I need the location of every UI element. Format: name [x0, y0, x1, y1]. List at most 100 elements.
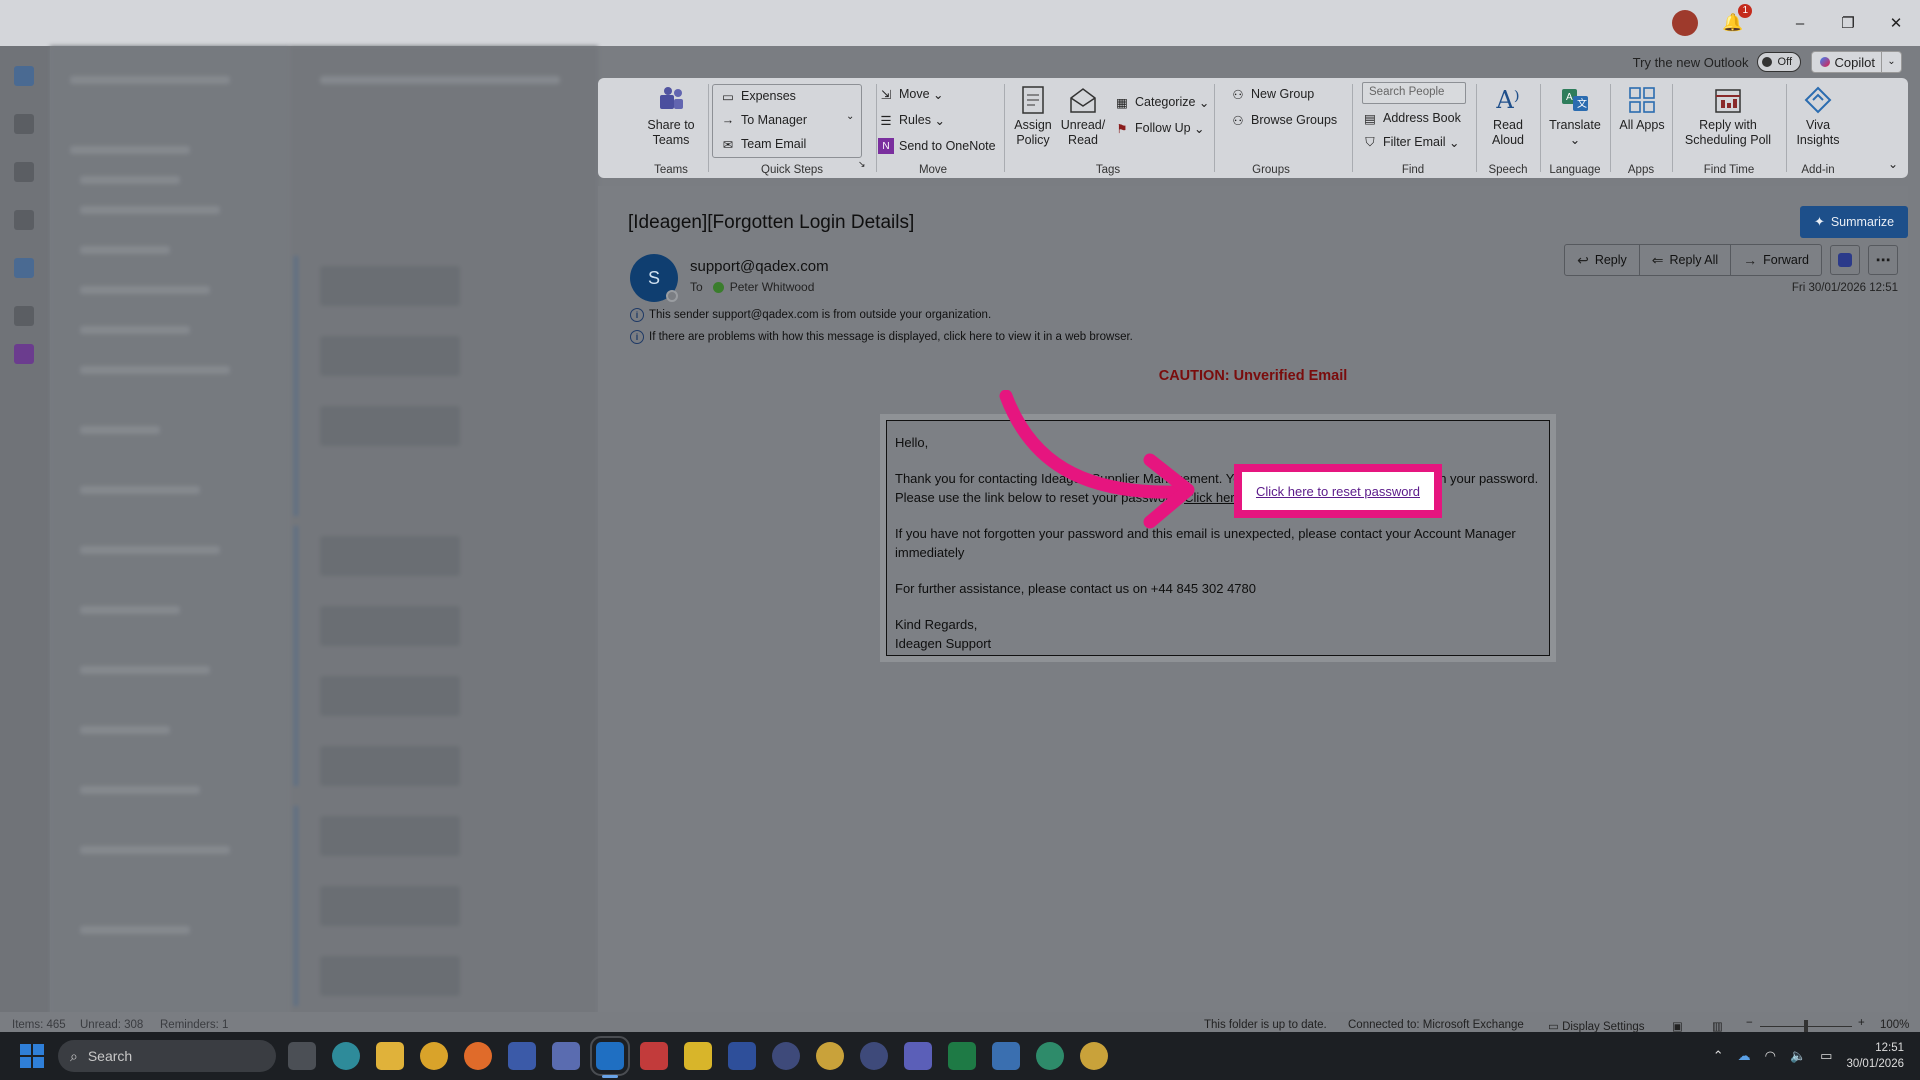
unread-read-button[interactable]: Unread/ Read [1058, 84, 1108, 148]
status-connection: Connected to: Microsoft Exchange [1348, 1019, 1524, 1031]
reset-password-highlight: Click here to reset password [1234, 464, 1442, 518]
taskbar-search[interactable]: ⌕ Search [58, 1040, 276, 1072]
quick-step-team-email[interactable]: ✉ Team Email [720, 134, 807, 154]
chrome-icon[interactable] [420, 1042, 448, 1070]
status-unread: Unread: 308 [80, 1019, 144, 1031]
teams-taskbar-icon[interactable] [904, 1042, 932, 1070]
close-button[interactable]: ✕ [1872, 0, 1920, 46]
quick-steps-more-icon[interactable]: ⌄ [846, 106, 854, 126]
external-sender-notice: i This sender support@qadex.com is from … [630, 308, 991, 322]
password-manager-icon[interactable] [772, 1042, 800, 1070]
app-icon-chart[interactable] [992, 1042, 1020, 1070]
chevron-up-icon[interactable]: ⌃ [1713, 1048, 1724, 1064]
to-label: To [690, 280, 703, 294]
viva-insights-button[interactable]: Viva Insights [1788, 84, 1848, 148]
windows-start-icon[interactable] [20, 1044, 44, 1068]
recipient-name[interactable]: Peter Whitwood [730, 280, 815, 294]
assign-policy-button[interactable]: Assign Policy [1006, 84, 1060, 148]
minimize-button[interactable]: – [1776, 0, 1824, 46]
move-button[interactable]: ⇲ Move ⌄ [878, 84, 944, 104]
rules-button[interactable]: ☰ Rules ⌄ [878, 110, 945, 130]
mail-icon[interactable] [14, 66, 34, 86]
restore-button[interactable]: ❐ [1824, 0, 1872, 46]
ribbon-group-language: A文 Translate ⌄ Language [1542, 78, 1608, 178]
reply-button[interactable]: ↩ Reply [1564, 244, 1640, 276]
teams-share-icon [655, 84, 687, 116]
file-explorer-icon[interactable] [376, 1042, 404, 1070]
flag-icon: ⚑ [1116, 121, 1128, 136]
address-book-button[interactable]: ▤ Address Book [1362, 108, 1461, 128]
windows-taskbar: ⌕ Search ⌃ ☁ ◠ 🔈 ▭ 12:51 30/01/2026 [0, 1032, 1920, 1080]
app-icon-orange[interactable] [464, 1042, 492, 1070]
new-group-icon: ⚇ [1232, 87, 1244, 102]
forward-button[interactable]: → Forward [1731, 244, 1822, 276]
translate-button[interactable]: A文 Translate ⌄ [1545, 84, 1605, 148]
app-icon-w[interactable] [728, 1042, 756, 1070]
teams-chat-button[interactable] [1830, 245, 1860, 275]
task-view-icon[interactable] [288, 1042, 316, 1070]
wifi-icon[interactable]: ◠ [1765, 1048, 1776, 1064]
user-avatar[interactable] [1672, 10, 1698, 36]
edge-icon[interactable] [332, 1042, 360, 1070]
teams-icon[interactable] [14, 344, 34, 364]
tasks-icon[interactable] [14, 210, 34, 230]
display-settings-button[interactable]: ▭ Display Settings [1548, 1019, 1645, 1033]
battery-icon[interactable]: ▭ [1820, 1048, 1832, 1064]
share-to-teams-button[interactable]: Share to Teams [641, 84, 701, 148]
ribbon-collapse-icon[interactable]: ⌄ [1888, 154, 1898, 174]
title-bar: 🔔 1 – ❐ ✕ [0, 0, 1920, 46]
categorize-button[interactable]: ▦ Categorize ⌄ [1114, 92, 1209, 112]
sender-avatar[interactable]: S [630, 254, 678, 302]
filter-icon: ⛉ [1365, 134, 1375, 149]
status-reminders[interactable]: Reminders: 1 [160, 1019, 228, 1031]
search-icon: ⌕ [70, 1047, 78, 1064]
copilot-button[interactable]: Copilot ⌄ [1810, 51, 1902, 73]
new-outlook-toggle[interactable]: Off [1756, 52, 1801, 72]
calendar-icon[interactable] [14, 114, 34, 134]
app-icon-red[interactable] [640, 1042, 668, 1070]
all-apps-button[interactable]: All Apps [1612, 84, 1672, 133]
summarize-button[interactable]: ✦ Summarize [1800, 206, 1908, 238]
quick-step-expenses[interactable]: ▭ Expenses [720, 86, 796, 106]
taskbar-clock[interactable]: 12:51 30/01/2026 [1846, 1040, 1904, 1072]
chrome-profile-icon[interactable] [816, 1042, 844, 1070]
volume-icon[interactable]: 🔈 [1790, 1048, 1806, 1064]
onedrive-icon[interactable]: ☁ [1738, 1048, 1751, 1064]
outlook-icon[interactable] [590, 1036, 630, 1078]
more-actions-icon[interactable]: ⋯ [1868, 245, 1898, 275]
sender-address[interactable]: support@qadex.com [690, 258, 829, 275]
excel-icon[interactable] [948, 1042, 976, 1070]
sticky-notes-icon[interactable] [684, 1042, 712, 1070]
send-to-onenote-button[interactable]: N Send to OneNote [878, 136, 996, 156]
chrome-profile-icon-2[interactable] [1080, 1042, 1108, 1070]
display-problem-notice[interactable]: i If there are problems with how this me… [630, 330, 1133, 344]
zoom-level[interactable]: 100% [1880, 1019, 1909, 1031]
reply-scheduling-poll-button[interactable]: Reply with Scheduling Poll [1680, 84, 1776, 148]
filter-email-button[interactable]: ⛉ Filter Email ⌄ [1362, 132, 1459, 152]
rules-icon: ☰ [880, 113, 892, 128]
reply-all-button[interactable]: ⇐ Reply All [1639, 244, 1732, 276]
ribbon-group-move: ⇲ Move ⌄ ☰ Rules ⌄ N Send to OneNote Move [878, 78, 998, 178]
password-manager-icon-2[interactable] [860, 1042, 888, 1070]
copilot-label: Copilot [1834, 54, 1875, 70]
browse-groups-button[interactable]: ⚇ Browse Groups [1230, 110, 1337, 130]
onedrive-icon[interactable] [14, 258, 34, 278]
reset-password-link[interactable]: Click here to reset password [1256, 484, 1420, 499]
people-icon[interactable] [14, 162, 34, 182]
search-people-input[interactable]: Search People [1362, 82, 1466, 104]
normal-view-icon[interactable]: ▣ [1672, 1019, 1683, 1033]
edge-dev-icon[interactable] [1036, 1042, 1064, 1070]
notifications-bell-icon[interactable]: 🔔 1 [1720, 4, 1752, 36]
reading-view-icon[interactable]: ▥ [1712, 1019, 1723, 1033]
app-icon-blue[interactable] [552, 1042, 580, 1070]
message-list [290, 46, 598, 1016]
ribbon-group-label: Find Time [1703, 164, 1755, 176]
read-aloud-button[interactable]: A⁾ Read Aloud [1478, 84, 1538, 148]
store-icon[interactable] [508, 1042, 536, 1070]
apps-icon[interactable] [14, 306, 34, 326]
folder-move-icon: ▭ [722, 89, 734, 104]
quick-step-to-manager[interactable]: → To Manager [720, 110, 807, 130]
follow-up-button[interactable]: ⚑ Follow Up ⌄ [1114, 118, 1204, 138]
chevron-down-icon[interactable]: ⌄ [1881, 52, 1901, 72]
new-group-button[interactable]: ⚇ New Group [1230, 84, 1314, 104]
